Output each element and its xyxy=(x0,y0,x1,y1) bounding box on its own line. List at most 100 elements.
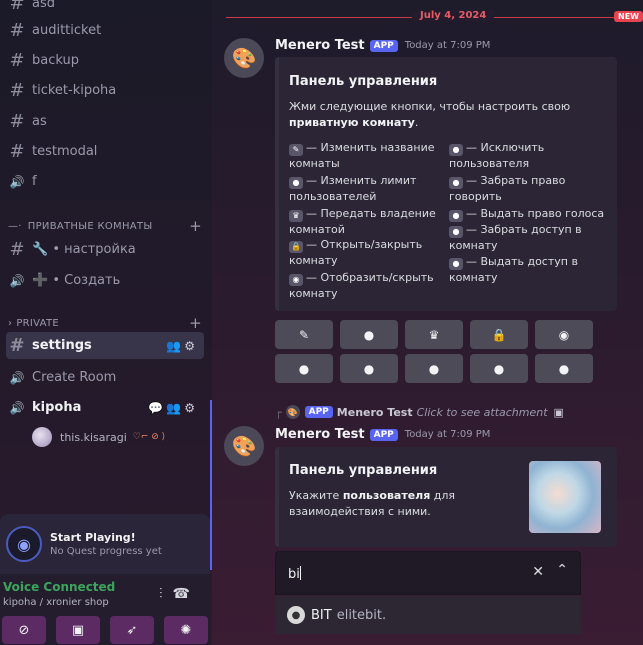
desc-bold: приватную комнату xyxy=(289,116,415,129)
grant-access-button[interactable]: ● xyxy=(535,354,593,383)
select-option[interactable]: ● BIT elitebit. xyxy=(275,596,581,634)
app-tag: APP xyxy=(304,406,333,418)
soundboard-icon[interactable]: ⫶ xyxy=(159,586,173,602)
camera-off-button[interactable]: ⊘ xyxy=(2,616,46,644)
channel-actions-icons[interactable]: 💬👥⚙ xyxy=(148,401,198,415)
field-hide: ◉ — Отобразить/скрыть комнату xyxy=(289,271,434,300)
channel-label: kipoha xyxy=(32,400,82,415)
channel-auditticket[interactable]: # auditticket xyxy=(6,17,204,44)
channel-label: asd xyxy=(32,0,55,11)
voice-channel-f[interactable]: 🔊 f xyxy=(6,168,204,195)
unmute-button[interactable]: ● xyxy=(405,354,463,383)
clear-icon[interactable]: ✕ xyxy=(532,564,544,580)
rename-button[interactable]: ✎ xyxy=(275,320,333,349)
channel-label: Create Room xyxy=(32,370,117,385)
kick-button[interactable]: ● xyxy=(275,354,333,383)
mini-avatar: 🎨 xyxy=(285,405,300,419)
user-icon: ● xyxy=(449,144,463,156)
channel-settings[interactable]: # settings 👥⚙ xyxy=(6,332,204,359)
embed-title: Панель управления xyxy=(289,463,438,478)
embed-description: Жми следующие кнопки, чтобы настроить св… xyxy=(289,100,571,129)
reply-author: Menero Test xyxy=(336,405,413,419)
quest-card[interactable]: ◉ Start Playing! No Quest progress yet xyxy=(0,514,210,574)
transfer-owner-button[interactable]: ♛ xyxy=(405,320,463,349)
pencil-icon: ✎ xyxy=(289,144,303,156)
timestamp: Today at 7:09 PM xyxy=(404,40,491,51)
user-status-icons: ♡⌐ ⊘ ⟩ xyxy=(132,432,166,442)
add-channel-icon[interactable]: + xyxy=(189,217,202,235)
reply-text: Click to see attachment xyxy=(416,405,548,419)
voice-channel-create-room[interactable]: 🔊 Create Room xyxy=(6,364,204,391)
category-private-rooms[interactable]: —· ПРИВАТНЫЕ КОМНАТЫ + xyxy=(8,217,202,235)
author-name[interactable]: Menero Test xyxy=(275,38,365,53)
embed-thumbnail[interactable] xyxy=(529,461,601,533)
mute-button[interactable]: ● xyxy=(340,354,398,383)
users-icon: ● xyxy=(289,177,303,189)
collapse-dash-icon: —· xyxy=(8,220,22,232)
channel-testmodal[interactable]: # testmodal xyxy=(6,138,204,165)
voice-status[interactable]: Voice Connected xyxy=(3,580,115,594)
author-name[interactable]: Menero Test xyxy=(275,427,365,442)
bot-avatar-palette-icon[interactable]: 🎨 xyxy=(224,38,264,78)
embed-title: Панель управления xyxy=(289,74,438,89)
chevron-down-icon: › xyxy=(8,317,13,329)
screen-share-button[interactable]: ▣ xyxy=(56,616,100,644)
message-header: Menero Test APP Today at 7:09 PM xyxy=(275,427,490,442)
field-grant-access: ● — Выдать доступ в комнату xyxy=(449,255,578,284)
voice-channel-create[interactable]: 🔊 ➕ • Создать xyxy=(6,267,204,294)
avatar: ● xyxy=(287,606,305,624)
lock-button[interactable]: 🔒 xyxy=(470,320,528,349)
embed-description: Укажите пользователя для взаимодействия … xyxy=(289,489,456,518)
deny-access-button[interactable]: ● xyxy=(470,354,528,383)
hide-button[interactable]: ◉ xyxy=(535,320,593,349)
speaker-icon: 🔊 xyxy=(9,400,25,415)
hash-icon: # xyxy=(9,111,25,132)
message-header: Menero Test APP Today at 7:09 PM xyxy=(275,38,490,53)
channel-label: ➕ • Создать xyxy=(32,273,121,288)
hash-icon: # xyxy=(9,239,25,260)
reply-reference[interactable]: ┌ 🎨 APP Menero Test Click to see attachm… xyxy=(275,405,564,419)
field-lock: 🔒 — Открыть/закрыть комнату xyxy=(289,238,423,267)
channel-label: ticket-kipoha xyxy=(32,83,117,98)
hash-icon: # xyxy=(9,50,25,71)
voice-channel-kipoha[interactable]: 🔊 kipoha 💬👥⚙ xyxy=(6,394,204,421)
category-label: ПРИВАТНЫЕ КОМНАТЫ xyxy=(27,220,153,232)
user-select-input[interactable]: bi ✕ ⌃ xyxy=(275,551,581,595)
add-channel-icon[interactable]: + xyxy=(189,314,202,332)
hash-icon: # xyxy=(9,0,25,14)
activity-rocket-button[interactable]: ➶ xyxy=(110,616,154,644)
crown-icon: ♛ xyxy=(289,210,303,222)
channel-asd[interactable]: # asd xyxy=(6,0,204,17)
channel-label: testmodal xyxy=(32,144,98,159)
channel-label: 🔧 • настройка xyxy=(32,242,136,257)
chat-area: July 4, 2024 NEW 🎨 Menero Test APP Today… xyxy=(212,0,643,645)
channel-label: settings xyxy=(32,338,92,353)
quest-subtitle: No Quest progress yet xyxy=(50,546,162,557)
option-username: elitebit. xyxy=(336,607,387,623)
channel-sidebar: # asd # auditticket # backup # ticket-kipoha… xyxy=(0,0,212,645)
voice-user-name: this.kisaragi xyxy=(60,430,127,444)
channel-settings-room[interactable]: # 🔧 • настройка xyxy=(6,236,204,263)
hash-icon: # xyxy=(9,80,25,101)
date-divider: July 4, 2024 NEW xyxy=(226,10,643,24)
app-tag: APP xyxy=(369,39,398,52)
voice-location[interactable]: kipoha / xronier shop xyxy=(3,597,109,608)
controller-icon: ◉ xyxy=(6,526,42,562)
user-minus-icon: ● xyxy=(449,226,463,238)
desc-text: Жми следующие кнопки, чтобы настроить св… xyxy=(289,100,571,113)
category-private[interactable]: › PRIVATE + xyxy=(8,314,202,332)
voice-user[interactable]: this.kisaragi ♡⌐ ⊘ ⟩ xyxy=(32,425,202,449)
channel-backup[interactable]: # backup xyxy=(6,47,204,74)
hash-icon: # xyxy=(9,335,25,356)
reply-curve-icon: ┌ xyxy=(275,405,282,419)
bot-avatar-palette-icon[interactable]: 🎨 xyxy=(224,426,264,466)
soundboard-button[interactable]: ✺ xyxy=(164,616,208,644)
limit-button[interactable]: ● xyxy=(340,320,398,349)
mic-off-icon: ● xyxy=(449,177,463,189)
channel-actions-icons[interactable]: 👥⚙ xyxy=(166,339,198,353)
disconnect-icon[interactable]: ☎ xyxy=(173,586,200,602)
chevron-up-icon[interactable]: ⌃ xyxy=(556,562,568,578)
channel-ticket-kipoha[interactable]: # ticket-kipoha xyxy=(6,77,204,104)
channel-as[interactable]: # as xyxy=(6,108,204,135)
speaker-icon: 🔊 xyxy=(9,370,25,385)
